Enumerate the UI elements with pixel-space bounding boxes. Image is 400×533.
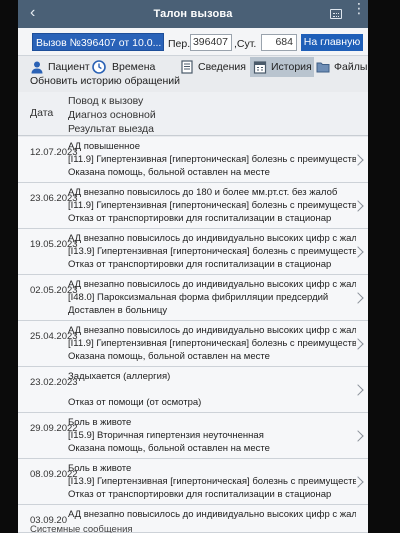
row-diagnosis: [I11.9] Гипертензивная [гипертоническая]… [68,338,356,349]
history-row[interactable]: 23.02.2023 Задыхается (аллергия) Отказ о… [18,367,368,413]
tab-details-label: Сведения [198,61,246,73]
row-reason: Задыхается (аллергия) [68,371,171,382]
row-date: 29.09.2022 [30,423,78,434]
row-reason: АД внезапно повысилось до индивидуально … [68,509,356,520]
calendar-icon [253,61,267,74]
history-row[interactable]: 02.05.2023 АД внезапно повысилось до инд… [18,275,368,321]
tablet-screen: ‹ Талон вызова ⋮ Вызов №396407 от 10.0..… [18,0,368,533]
sut-number-field[interactable]: 684 [261,34,297,51]
row-diagnosis: [I48.0] Пароксизмальная форма фибрилляци… [68,292,329,303]
row-date: 19.05.2023 [30,239,78,250]
call-selector[interactable]: Вызов №396407 от 10.0... [32,33,164,51]
column-date: Дата [30,107,54,119]
row-date: 02.05.2023 [30,285,78,296]
column-result: Результат выезда [68,123,154,135]
home-button[interactable]: На главную [301,34,363,51]
system-messages-link[interactable]: Системные сообщения [30,524,133,533]
row-reason: АД внезапно повысилось до 180 и более мм… [68,187,338,198]
row-result: Отказ от транспортировки для госпитализа… [68,489,332,500]
row-result: Доставлен в больницу [68,305,168,316]
tab-files-label: Файлы [334,61,368,73]
tab-times[interactable]: Времена [92,57,176,77]
call-info-bar: Вызов №396407 от 10.0... Пер. 396407 ,Су… [18,28,368,56]
tab-files[interactable]: Файлы [316,57,368,77]
row-reason: АД внезапно повысилось до индивидуально … [68,279,356,290]
tab-patient-label: Пациент [48,61,90,73]
row-date: 25.04.2023 [30,331,78,342]
column-diagnosis: Диагноз основной [68,109,156,121]
sut-label: ,Сут. [234,38,257,50]
row-date: 08.09.2022 [30,469,78,480]
refresh-history-link[interactable]: Обновить историю обращений [30,75,180,87]
history-column-header: Дата Повод к вызову Диагноз основной Рез… [18,92,368,136]
history-row[interactable]: 25.04.2023 АД внезапно повысилось до инд… [18,321,368,367]
row-diagnosis: [I11.9] Гипертензивная [гипертоническая]… [68,200,356,211]
chevron-right-icon [352,384,364,396]
history-row[interactable]: 29.09.2022 Боль в животе [I15.9] Вторичн… [18,413,368,459]
history-row[interactable]: 08.09.2022 Боль в животе [I13.9] Гиперте… [18,459,368,505]
row-diagnosis: [I13.9] Гипертензивная [гипертоническая]… [68,476,356,487]
row-diagnosis: [I11.9] Гипертензивная [гипертоническая]… [68,154,356,165]
row-reason: Боль в животе [68,463,132,474]
row-reason: Боль в животе [68,417,132,428]
row-date: 23.02.2023 [30,377,78,388]
row-diagnosis: [I15.9] Вторичная гипертензия неуточненн… [68,430,264,441]
history-row[interactable]: 12.07.2023 АД повышенное [I11.9] Гиперте… [18,137,368,183]
history-row[interactable]: 19.05.2023 АД внезапно повысилось до инд… [18,229,368,275]
row-result: Отказ от транспортировки для госпитализа… [68,259,332,270]
keyboard-icon[interactable] [330,9,342,19]
row-result: Оказана помощь, больной оставлен на мест… [68,167,270,178]
document-icon [181,60,193,74]
page-title: Талон вызова [153,8,233,20]
tab-bar: Пациент Времена Сведения История Файлы [18,57,368,77]
row-diagnosis: [I13.9] Гипертензивная [гипертоническая]… [68,246,356,257]
folder-icon [316,62,330,73]
tab-history-label: История [271,61,312,73]
per-number-field[interactable]: 396407 [190,34,232,51]
row-result: Отказ от помощи (от осмотра) [68,397,202,408]
row-date: 12.07.2023 [30,147,78,158]
row-date: 23.06.2023 [30,193,78,204]
row-reason: АД внезапно повысилось до индивидуально … [68,233,356,244]
tab-details[interactable]: Сведения [180,57,248,77]
tab-patient[interactable]: Пациент [30,57,90,77]
person-icon [31,61,43,74]
overflow-menu-icon[interactable]: ⋮ [352,1,366,15]
per-label: Пер. [168,38,191,50]
column-reason: Повод к вызову [68,95,144,107]
row-result: Оказана помощь, больной оставлен на мест… [68,443,270,454]
row-result: Оказана помощь, больной оставлен на мест… [68,351,270,362]
row-reason: АД повышенное [68,141,140,152]
row-reason: АД внезапно повысилось до индивидуально … [68,325,356,336]
tab-history[interactable]: История [250,57,314,77]
clock-icon [92,60,106,74]
history-row[interactable]: 23.06.2023 АД внезапно повысилось до 180… [18,183,368,229]
tab-times-label: Времена [112,61,156,73]
title-bar: ‹ Талон вызова ⋮ [18,0,368,28]
row-result: Отказ от транспортировки для госпитализа… [68,213,332,224]
